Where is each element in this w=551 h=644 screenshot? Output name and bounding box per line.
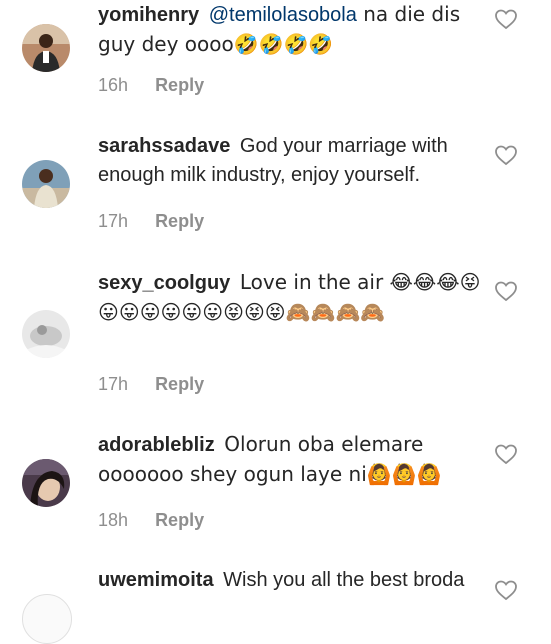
- comment-mention-link[interactable]: @temilolasobola: [209, 4, 357, 26]
- comment-meta: 16h Reply: [98, 74, 204, 96]
- heart-outline-icon[interactable]: [494, 442, 518, 466]
- comment-text: uwemimoita Wish you all the best broda: [98, 566, 483, 595]
- avatar[interactable]: [22, 310, 70, 358]
- comment-timestamp: 17h: [98, 374, 129, 394]
- avatar[interactable]: [22, 594, 72, 644]
- comment-text: sarahssadave God your marriage with enou…: [98, 132, 483, 190]
- comment-text: adorablebliz Olorun oba elemare ooooooo …: [98, 430, 483, 490]
- reply-button[interactable]: Reply: [155, 374, 204, 394]
- comment-username[interactable]: adorablebliz: [98, 434, 215, 456]
- comment-meta: 17h Reply: [98, 373, 204, 395]
- comment-meta: 17h Reply: [98, 210, 204, 232]
- reply-button[interactable]: Reply: [155, 75, 204, 95]
- avatar[interactable]: [22, 160, 70, 208]
- reply-button[interactable]: Reply: [155, 211, 204, 231]
- comment-text: sexy_coolguy Love in the air 😂😂😂😝😛😛😛😛😛😛😝…: [98, 268, 483, 328]
- comment-username[interactable]: sarahssadave: [98, 135, 230, 157]
- comment-username[interactable]: yomihenry: [98, 4, 199, 26]
- comment-timestamp: 18h: [98, 510, 129, 530]
- heart-outline-icon[interactable]: [494, 279, 518, 303]
- comment-body: Wish you all the best broda: [223, 569, 465, 591]
- comment-meta: 18h Reply: [98, 509, 204, 531]
- heart-outline-icon[interactable]: [494, 578, 518, 602]
- comment-timestamp: 16h: [98, 75, 129, 95]
- comment-text: yomihenry @temilolasobola na die dis guy…: [98, 0, 483, 60]
- comment-username[interactable]: sexy_coolguy: [98, 272, 230, 294]
- comment-username[interactable]: uwemimoita: [98, 569, 214, 591]
- comment-timestamp: 17h: [98, 211, 129, 231]
- heart-outline-icon[interactable]: [494, 143, 518, 167]
- reply-button[interactable]: Reply: [155, 510, 204, 530]
- avatar[interactable]: [22, 24, 70, 72]
- avatar[interactable]: [22, 459, 70, 507]
- heart-outline-icon[interactable]: [494, 7, 518, 31]
